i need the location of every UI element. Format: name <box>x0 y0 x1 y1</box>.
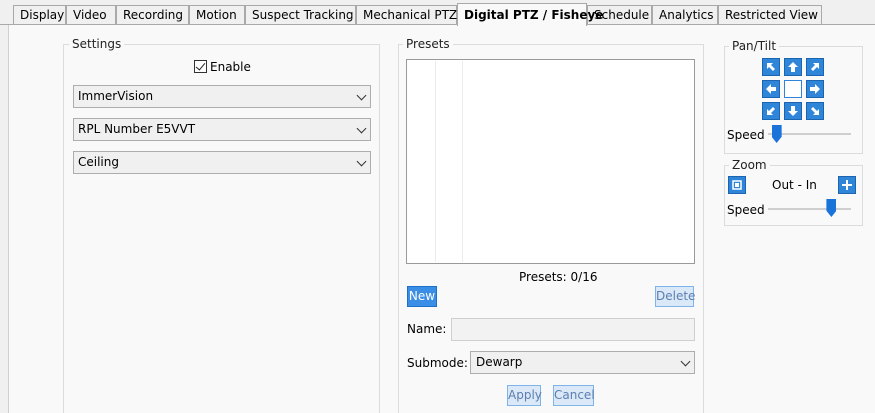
enable-checkbox[interactable] <box>194 60 207 73</box>
settings-title: Settings <box>69 37 125 51</box>
submode-label: Submode: <box>407 356 468 370</box>
zoom-speed-label: Speed <box>727 203 765 217</box>
arrow-up-left-icon <box>767 63 775 71</box>
rpl-number-value: RPL Number E5VVT <box>78 122 196 136</box>
rpl-number-select[interactable]: RPL Number E5VVT <box>73 118 371 141</box>
tab-digital-ptz-fisheye[interactable]: Digital PTZ / Fisheye <box>457 3 603 26</box>
presets-title: Presets <box>403 37 453 51</box>
tab-label: Video <box>73 8 107 22</box>
preset-name-input[interactable] <box>451 318 695 341</box>
name-label: Name: <box>407 322 447 336</box>
tab-mechanical-ptz[interactable]: Mechanical PTZ <box>356 5 457 25</box>
lens-type-select[interactable]: ImmerVision <box>73 85 371 108</box>
arrow-down-left-icon <box>767 107 775 115</box>
tab-label: Analytics <box>659 8 714 22</box>
mount-value: Ceiling <box>78 155 119 169</box>
zoom-title: Zoom <box>729 158 770 172</box>
tab-label: Recording <box>123 8 184 22</box>
arrow-down-icon <box>788 106 798 116</box>
pan-left-button[interactable] <box>762 80 780 98</box>
mount-select[interactable]: Ceiling <box>73 151 371 174</box>
pantilt-title: Pan/Tilt <box>729 39 780 53</box>
arrow-up-right-icon <box>811 63 819 71</box>
submode-value: Dewarp <box>476 355 523 369</box>
pan-down-right-button[interactable] <box>806 102 824 120</box>
chevron-down-icon <box>356 123 367 134</box>
tab-restricted-view[interactable]: Restricted View <box>718 5 822 25</box>
pan-up-right-button[interactable] <box>806 58 824 76</box>
zoom-out-icon <box>732 180 742 190</box>
pan-right-button[interactable] <box>806 80 824 98</box>
tab-label: Digital PTZ / Fisheye <box>464 8 604 22</box>
arrow-left-icon <box>766 84 776 94</box>
tab-divider <box>0 24 875 25</box>
arrow-up-icon <box>788 62 798 72</box>
ptz-home-button[interactable] <box>784 80 802 98</box>
tab-label: Mechanical PTZ <box>363 8 458 22</box>
column-divider <box>435 61 436 262</box>
submode-select[interactable]: Dewarp <box>470 351 695 374</box>
tilt-down-button[interactable] <box>784 102 802 120</box>
chevron-down-icon <box>680 356 691 367</box>
tab-suspect-tracking[interactable]: Suspect Tracking <box>245 5 356 25</box>
pan-up-left-button[interactable] <box>762 58 780 76</box>
arrow-right-icon <box>810 84 820 94</box>
zoom-in-button[interactable] <box>838 176 856 194</box>
pantilt-speed-label: Speed <box>727 128 765 142</box>
presets-list[interactable] <box>406 59 695 264</box>
tab-video[interactable]: Video <box>66 5 116 25</box>
tab-display[interactable]: Display <box>13 5 66 25</box>
tab-label: Suspect Tracking <box>252 8 354 22</box>
column-divider <box>462 61 463 262</box>
apply-button[interactable]: Apply <box>507 385 542 406</box>
tab-label: Display <box>20 8 65 22</box>
enable-label: Enable <box>210 60 251 74</box>
zoom-range-label: Out - In <box>772 178 817 192</box>
tab-recording[interactable]: Recording <box>116 5 189 25</box>
tab-label: Motion <box>196 8 237 22</box>
tab-motion[interactable]: Motion <box>189 5 245 25</box>
new-preset-button[interactable]: New <box>407 286 437 307</box>
pan-down-left-button[interactable] <box>762 102 780 120</box>
tab-analytics[interactable]: Analytics <box>652 5 718 25</box>
chevron-down-icon <box>356 156 367 167</box>
tab-label: Restricted View <box>725 8 818 22</box>
presets-count: Presets: 0/16 <box>519 270 598 284</box>
tilt-up-button[interactable] <box>784 58 802 76</box>
tab-strip: Display Video Recording Motion Suspect T… <box>0 0 875 26</box>
zoom-speed-slider[interactable] <box>768 208 851 210</box>
arrow-down-right-icon <box>811 107 819 115</box>
chevron-down-icon <box>356 90 367 101</box>
lens-type-value: ImmerVision <box>78 89 154 103</box>
zoom-out-button[interactable] <box>728 176 746 194</box>
cancel-button[interactable]: Cancel <box>553 385 595 406</box>
plus-icon <box>842 180 852 190</box>
delete-preset-button[interactable]: Delete <box>655 286 695 307</box>
